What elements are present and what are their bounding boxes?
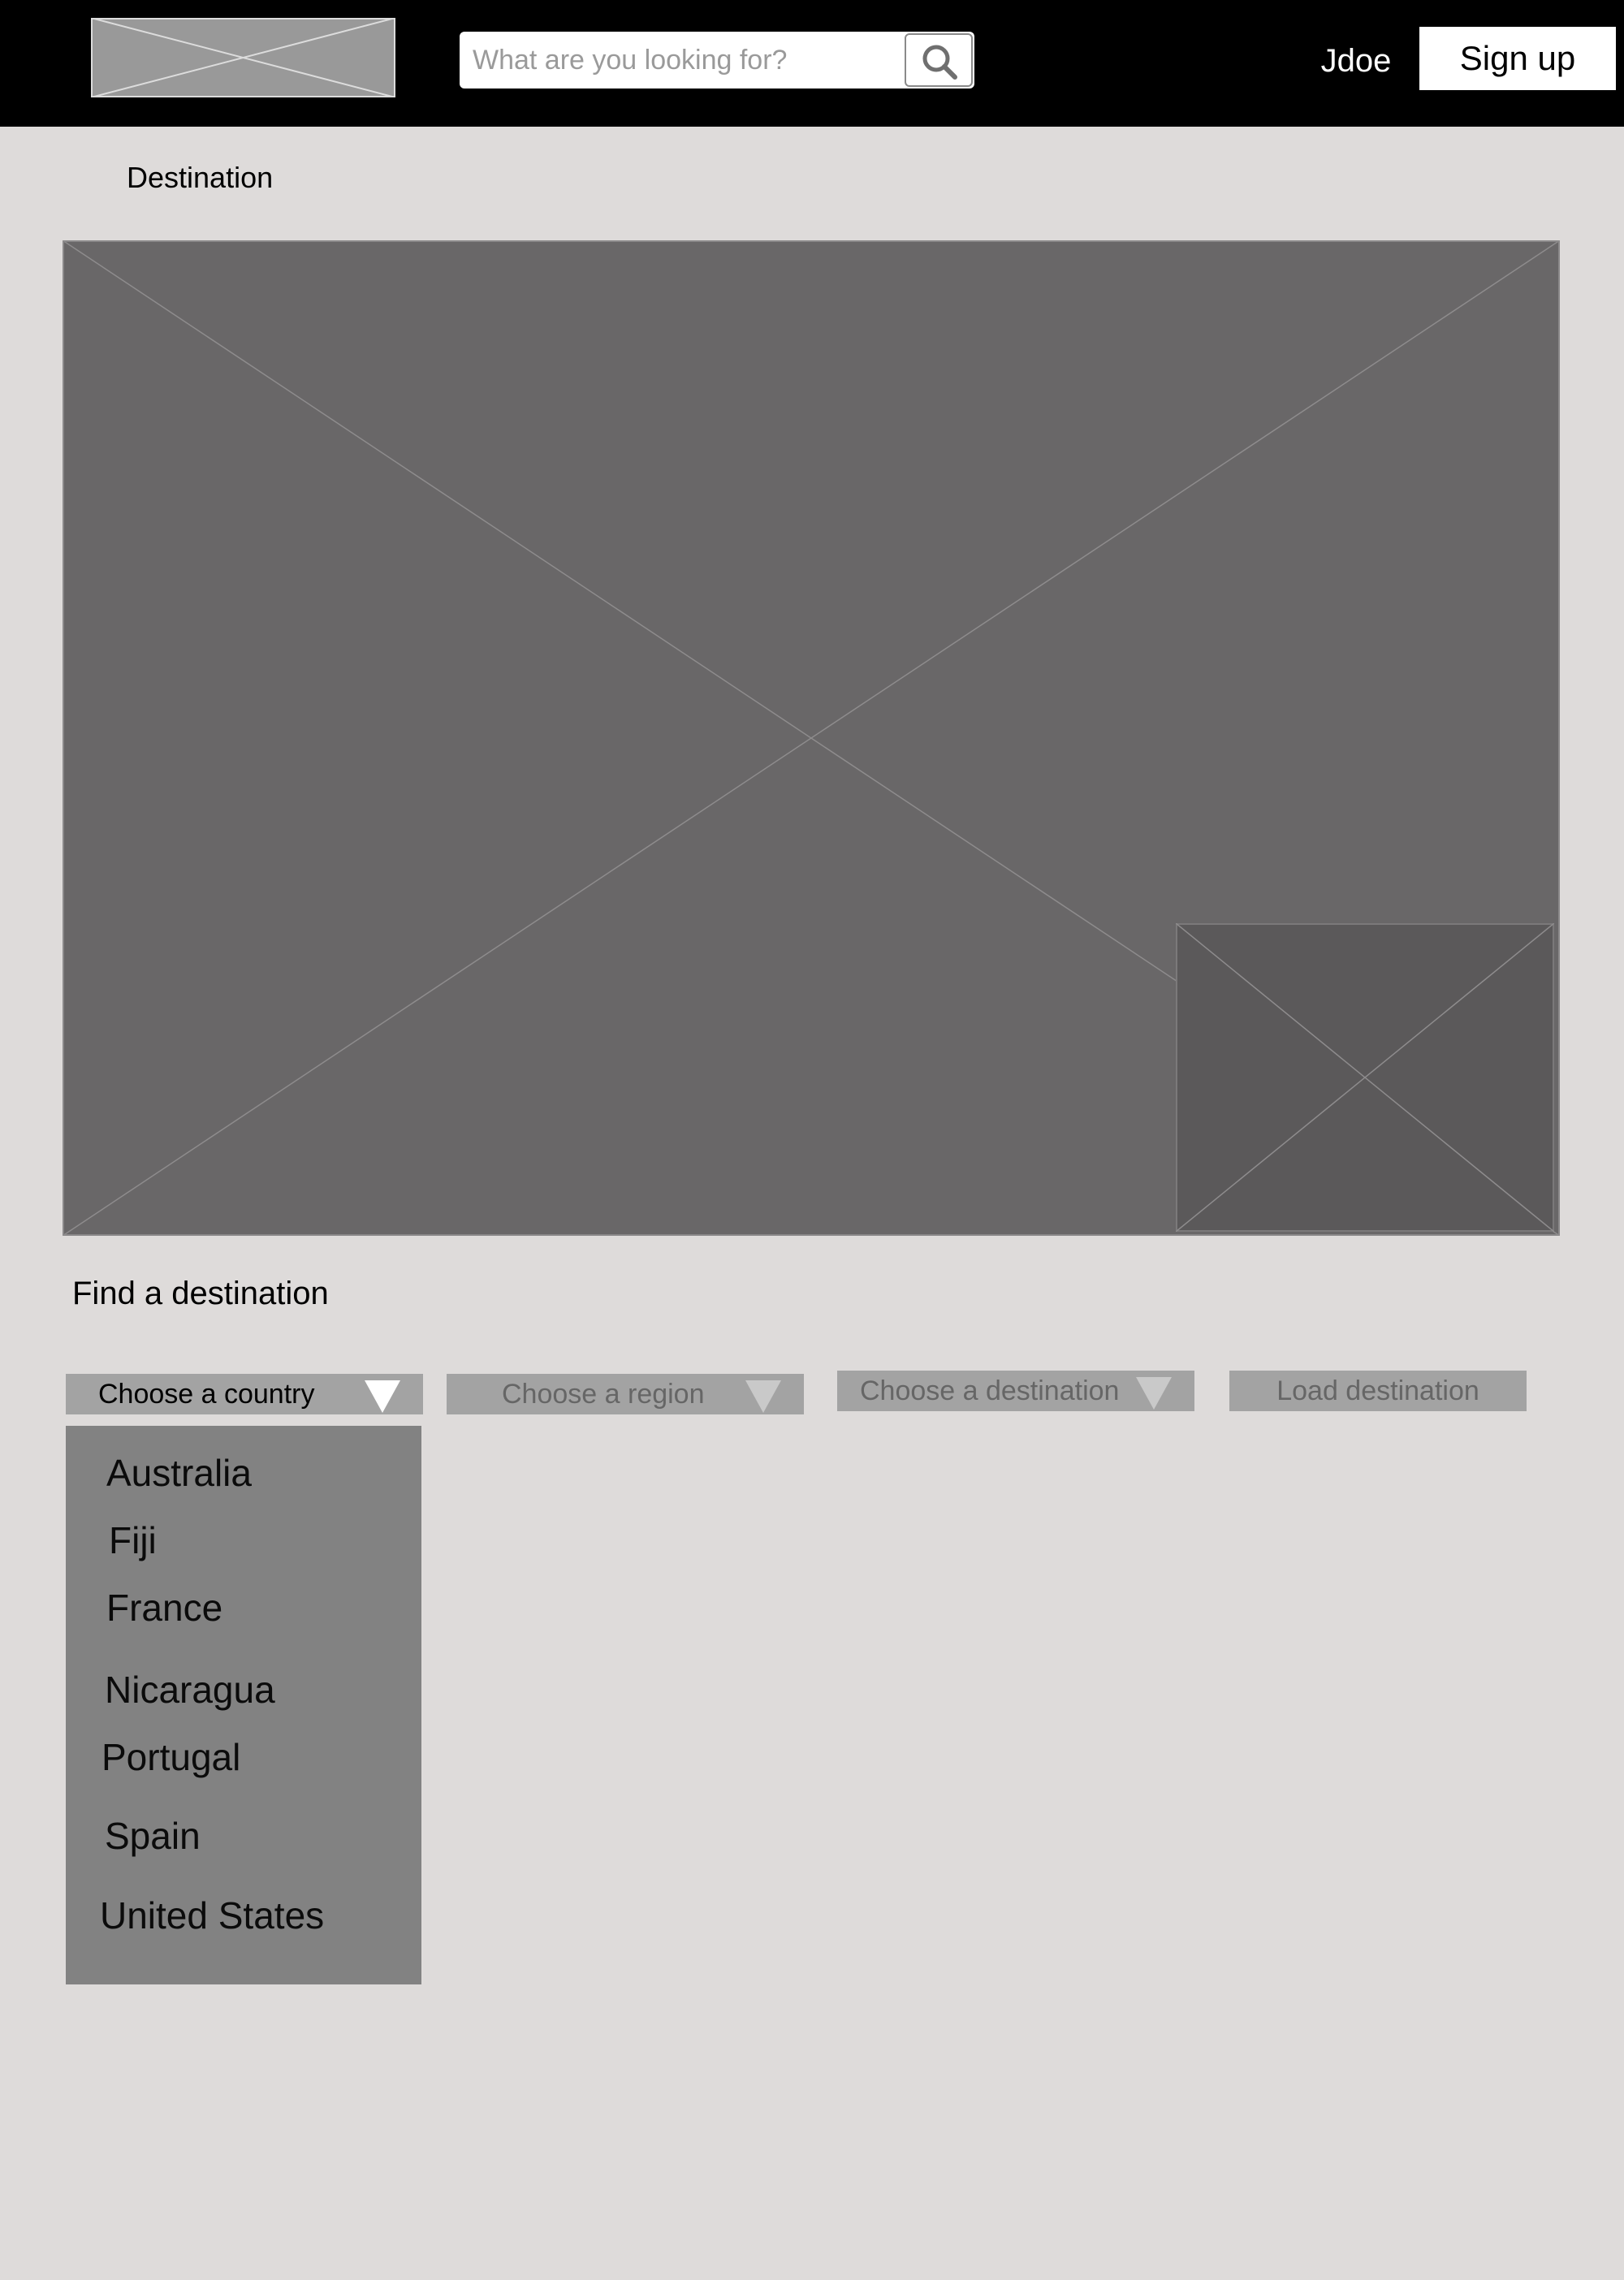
region-select-label: Choose a region bbox=[502, 1379, 705, 1410]
signup-button[interactable]: Sign up bbox=[1419, 27, 1616, 90]
logo-placeholder[interactable] bbox=[91, 18, 395, 97]
chevron-down-icon bbox=[365, 1380, 400, 1413]
logo-image-icon bbox=[91, 18, 395, 97]
chevron-down-icon bbox=[745, 1380, 781, 1413]
thumbnail-image-placeholder[interactable] bbox=[1176, 923, 1554, 1232]
search-button[interactable] bbox=[905, 33, 973, 87]
top-header: Jdoe Sign up bbox=[0, 0, 1624, 127]
breadcrumb[interactable]: Destination bbox=[127, 161, 273, 195]
search-input[interactable] bbox=[460, 32, 903, 89]
search-icon bbox=[922, 45, 957, 80]
country-option-australia[interactable]: Australia bbox=[106, 1450, 252, 1496]
country-dropdown-list: Australia Fiji France Nicaragua Portugal… bbox=[66, 1426, 421, 1984]
search-bar bbox=[460, 32, 974, 89]
country-option-france[interactable]: France bbox=[106, 1585, 222, 1630]
country-option-spain[interactable]: Spain bbox=[105, 1813, 201, 1859]
username-link[interactable]: Jdoe bbox=[1299, 41, 1413, 81]
destination-select-label: Choose a destination bbox=[860, 1375, 1120, 1406]
country-option-portugal[interactable]: Portugal bbox=[102, 1734, 240, 1780]
thumbnail-image-icon bbox=[1176, 923, 1554, 1232]
destination-select[interactable]: Choose a destination bbox=[837, 1371, 1194, 1411]
find-destination-title: Find a destination bbox=[72, 1276, 329, 1311]
chevron-down-icon bbox=[1136, 1377, 1172, 1410]
country-option-nicaragua[interactable]: Nicaragua bbox=[105, 1667, 275, 1712]
country-option-fiji[interactable]: Fiji bbox=[109, 1518, 157, 1563]
load-destination-button[interactable]: Load destination bbox=[1229, 1371, 1527, 1411]
region-select[interactable]: Choose a region bbox=[447, 1374, 804, 1414]
country-select-label: Choose a country bbox=[98, 1379, 315, 1410]
country-option-united-states[interactable]: United States bbox=[100, 1893, 324, 1938]
country-select[interactable]: Choose a country bbox=[66, 1374, 423, 1414]
